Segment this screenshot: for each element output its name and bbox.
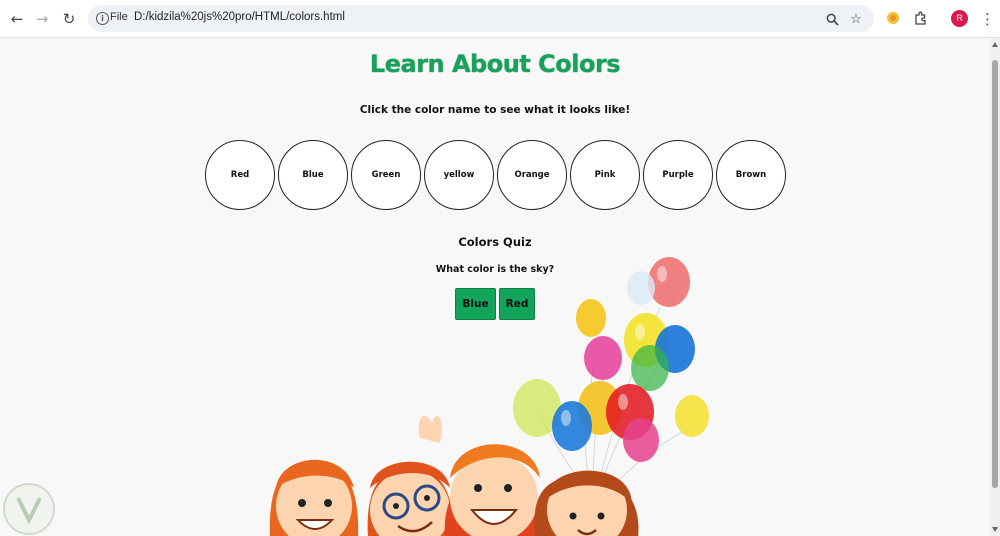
forward-icon[interactable]: → — [31, 8, 53, 30]
color-circles: Red Blue Green yellow Orange Pink Purple… — [205, 140, 786, 212]
scroll-up-icon[interactable] — [992, 42, 998, 47]
watermark-logo — [3, 483, 55, 535]
profile-avatar[interactable]: R — [951, 10, 968, 27]
reload-icon[interactable]: ↻ — [58, 8, 80, 30]
site-info-icon[interactable]: i — [96, 12, 109, 25]
color-circle-pink[interactable]: Pink — [570, 140, 640, 210]
vertical-scrollbar[interactable] — [990, 38, 1000, 536]
color-circle-red[interactable]: Red — [205, 140, 275, 210]
instruction-text: Click the color name to see what it look… — [359, 104, 631, 116]
color-circle-green[interactable]: Green — [351, 140, 421, 210]
extension-icon[interactable] — [884, 9, 902, 27]
scheme-label[interactable]: File — [110, 11, 128, 23]
url-text[interactable]: D:/kidzila%20js%20pro/HTML/colors.html — [134, 11, 345, 23]
address-bar[interactable]: i File D:/kidzila%20js%20pro/HTML/colors… — [88, 5, 874, 32]
back-icon[interactable]: ← — [6, 8, 28, 30]
color-circle-purple[interactable]: Purple — [643, 140, 713, 210]
more-menu-icon[interactable]: ⋮ — [980, 9, 995, 29]
color-circle-blue[interactable]: Blue — [278, 140, 348, 210]
quiz-title: Colors Quiz — [458, 235, 532, 249]
page-title: Learn About Colors — [369, 50, 621, 78]
bookmark-star-icon[interactable]: ☆ — [846, 9, 866, 29]
color-circle-brown[interactable]: Brown — [716, 140, 786, 210]
scroll-thumb[interactable] — [992, 60, 998, 488]
extensions-puzzle-icon[interactable] — [911, 9, 929, 27]
answer-blue-button[interactable]: Blue — [455, 288, 496, 320]
color-circle-orange[interactable]: Orange — [497, 140, 567, 210]
page-content: Learn About Colors Click the color name … — [0, 38, 990, 536]
color-circle-yellow[interactable]: yellow — [424, 140, 494, 210]
browser-toolbar: ← → ↻ i File D:/kidzila%20js%20pro/HTML/… — [0, 0, 1000, 38]
quiz-answers: Blue Red — [455, 288, 535, 320]
zoom-icon[interactable] — [822, 9, 842, 29]
scroll-down-icon[interactable] — [992, 527, 998, 532]
answer-red-button[interactable]: Red — [499, 288, 535, 320]
